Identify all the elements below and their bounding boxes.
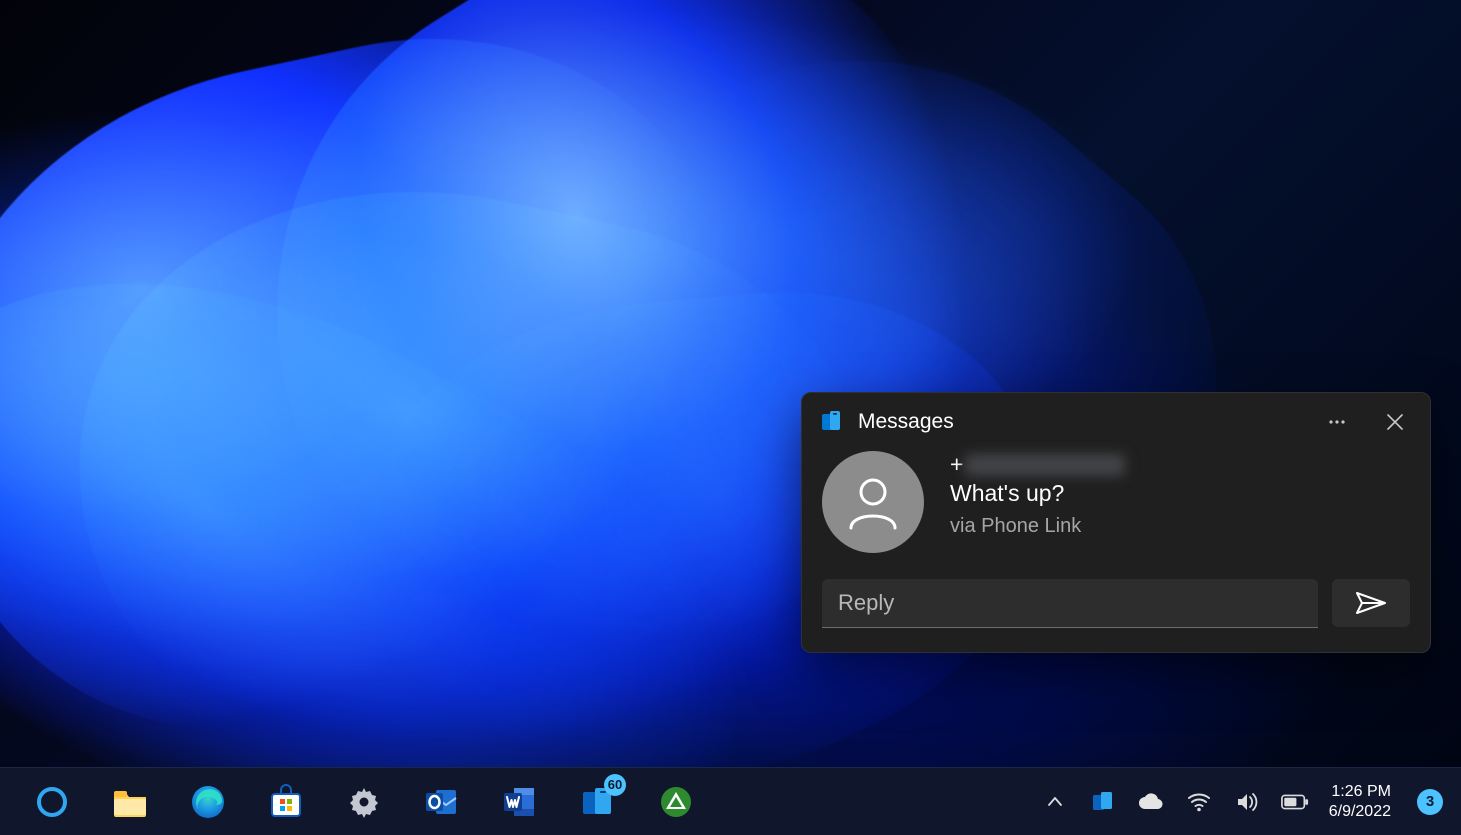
send-button[interactable] [1332,579,1410,627]
send-icon [1355,591,1387,615]
notification-center-badge[interactable]: 3 [1417,789,1443,815]
toast-close-button[interactable] [1380,407,1410,437]
taskbar-green-app[interactable] [654,780,698,824]
toast-app-name: Messages [858,410,954,434]
close-icon [1386,413,1404,431]
tray-onedrive[interactable] [1137,788,1165,816]
word-icon [502,784,538,820]
cortana-icon [35,785,69,819]
store-icon [268,784,304,820]
toast-sender: + [950,451,1125,478]
person-icon [843,472,903,532]
toast-app: Messages [822,410,954,434]
green-app-icon [659,785,693,819]
toast-attribution: via Phone Link [950,515,1125,538]
phone-link-app-icon [822,411,844,433]
taskbar: 60 [0,767,1461,835]
reply-input[interactable] [822,579,1318,628]
ellipsis-icon [1327,412,1347,432]
tray-battery[interactable] [1281,788,1309,816]
taskbar-file-explorer[interactable] [108,780,152,824]
redacted-phone-number [965,454,1125,476]
taskbar-microsoft-store[interactable] [264,780,308,824]
cloud-icon [1138,793,1164,811]
battery-icon [1281,794,1309,810]
gear-icon [346,784,382,820]
tray-wifi[interactable] [1185,788,1213,816]
toast-header: Messages [822,407,1410,437]
clock-date: 6/9/2022 [1329,802,1391,821]
tray-phone-link[interactable] [1089,788,1117,816]
tray-volume[interactable] [1233,788,1261,816]
toast-message-text: What's up? [950,480,1125,507]
tray-overflow-button[interactable] [1041,788,1069,816]
phone-link-badge: 60 [604,774,626,796]
taskbar-cortana[interactable] [30,780,74,824]
phone-link-tray-icon [1092,791,1114,813]
speaker-icon [1235,791,1259,813]
notification-toast[interactable]: Messages [801,392,1431,653]
taskbar-edge[interactable] [186,780,230,824]
outlook-icon [424,784,460,820]
wifi-icon [1187,792,1211,812]
taskbar-clock[interactable]: 1:26 PM 6/9/2022 [1329,782,1391,820]
taskbar-phone-link[interactable]: 60 [576,780,620,824]
taskbar-outlook[interactable] [420,780,464,824]
clock-time: 1:26 PM [1329,782,1391,801]
file-explorer-icon [112,787,148,817]
taskbar-settings[interactable] [342,780,386,824]
sender-avatar [822,451,924,553]
toast-body: + What's up? via Phone Link [822,451,1410,553]
toast-more-button[interactable] [1322,407,1352,437]
taskbar-word[interactable] [498,780,542,824]
chevron-up-icon [1046,793,1064,811]
edge-icon [190,784,226,820]
